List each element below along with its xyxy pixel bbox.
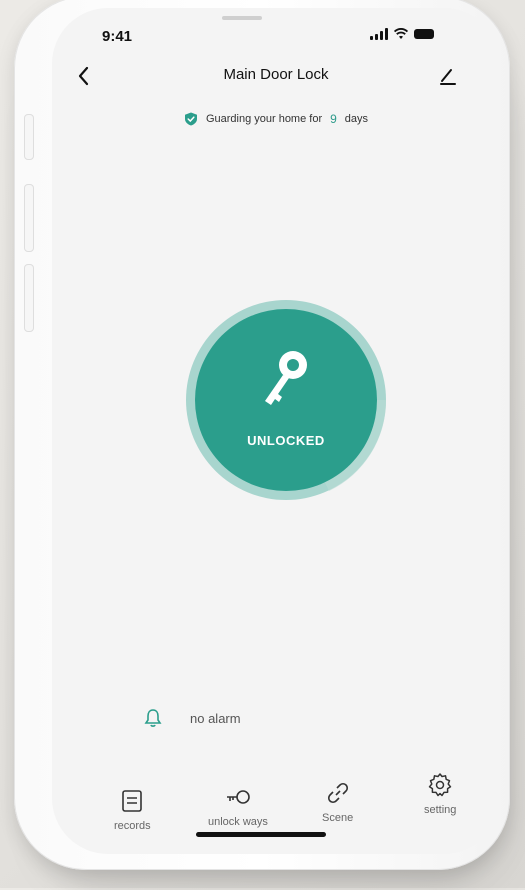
guard-days: 9 <box>330 112 337 126</box>
edit-icon[interactable] <box>438 66 458 86</box>
signal-icon <box>370 28 388 40</box>
status-time: 9:41 <box>102 28 133 45</box>
nav-unlock-ways[interactable]: unlock ways <box>208 784 268 828</box>
nav-scene-label: Scene <box>322 812 354 824</box>
nav-setting[interactable]: setting <box>424 772 456 816</box>
speaker-grille <box>222 16 262 20</box>
lock-control: UNLOCKED <box>179 293 393 507</box>
gear-icon <box>428 773 452 797</box>
app-screen: 9:41 Main Door Lock Guarding your home f… <box>52 8 500 854</box>
alarm-row[interactable]: no alarm <box>144 708 241 728</box>
volume-down-button <box>24 264 34 332</box>
lock-state: UNLOCKED <box>247 433 325 448</box>
battery-icon <box>414 29 434 39</box>
unlock-ways-icon <box>226 790 250 804</box>
page-title: Main Door Lock <box>223 66 329 83</box>
nav-records-label: records <box>114 820 151 832</box>
bottom-nav: records unlock ways Scene setting <box>114 772 496 832</box>
records-icon <box>122 790 143 812</box>
bell-icon <box>144 709 162 727</box>
volume-up-button <box>24 184 34 252</box>
nav-unlock-ways-label: unlock ways <box>208 816 268 828</box>
guard-status: Guarding your home for 9 days <box>52 112 500 126</box>
nav-records[interactable]: records <box>114 788 151 832</box>
alarm-text: no alarm <box>190 710 241 726</box>
mute-switch <box>24 114 34 160</box>
nav-scene[interactable]: Scene <box>322 780 353 824</box>
nav-setting-label: setting <box>424 804 457 816</box>
guard-suffix: days <box>344 113 369 125</box>
phone-frame: 9:41 Main Door Lock Guarding your home f… <box>14 0 510 870</box>
home-indicator[interactable] <box>196 832 326 837</box>
wifi-icon <box>394 28 408 39</box>
unlock-button[interactable]: UNLOCKED <box>195 309 377 491</box>
guard-prefix: Guarding your home for <box>205 113 323 125</box>
key-icon <box>265 351 307 405</box>
shield-check-icon <box>184 112 197 126</box>
status-icons <box>370 28 434 40</box>
link-icon <box>327 782 348 804</box>
header: Main Door Lock <box>52 64 500 94</box>
